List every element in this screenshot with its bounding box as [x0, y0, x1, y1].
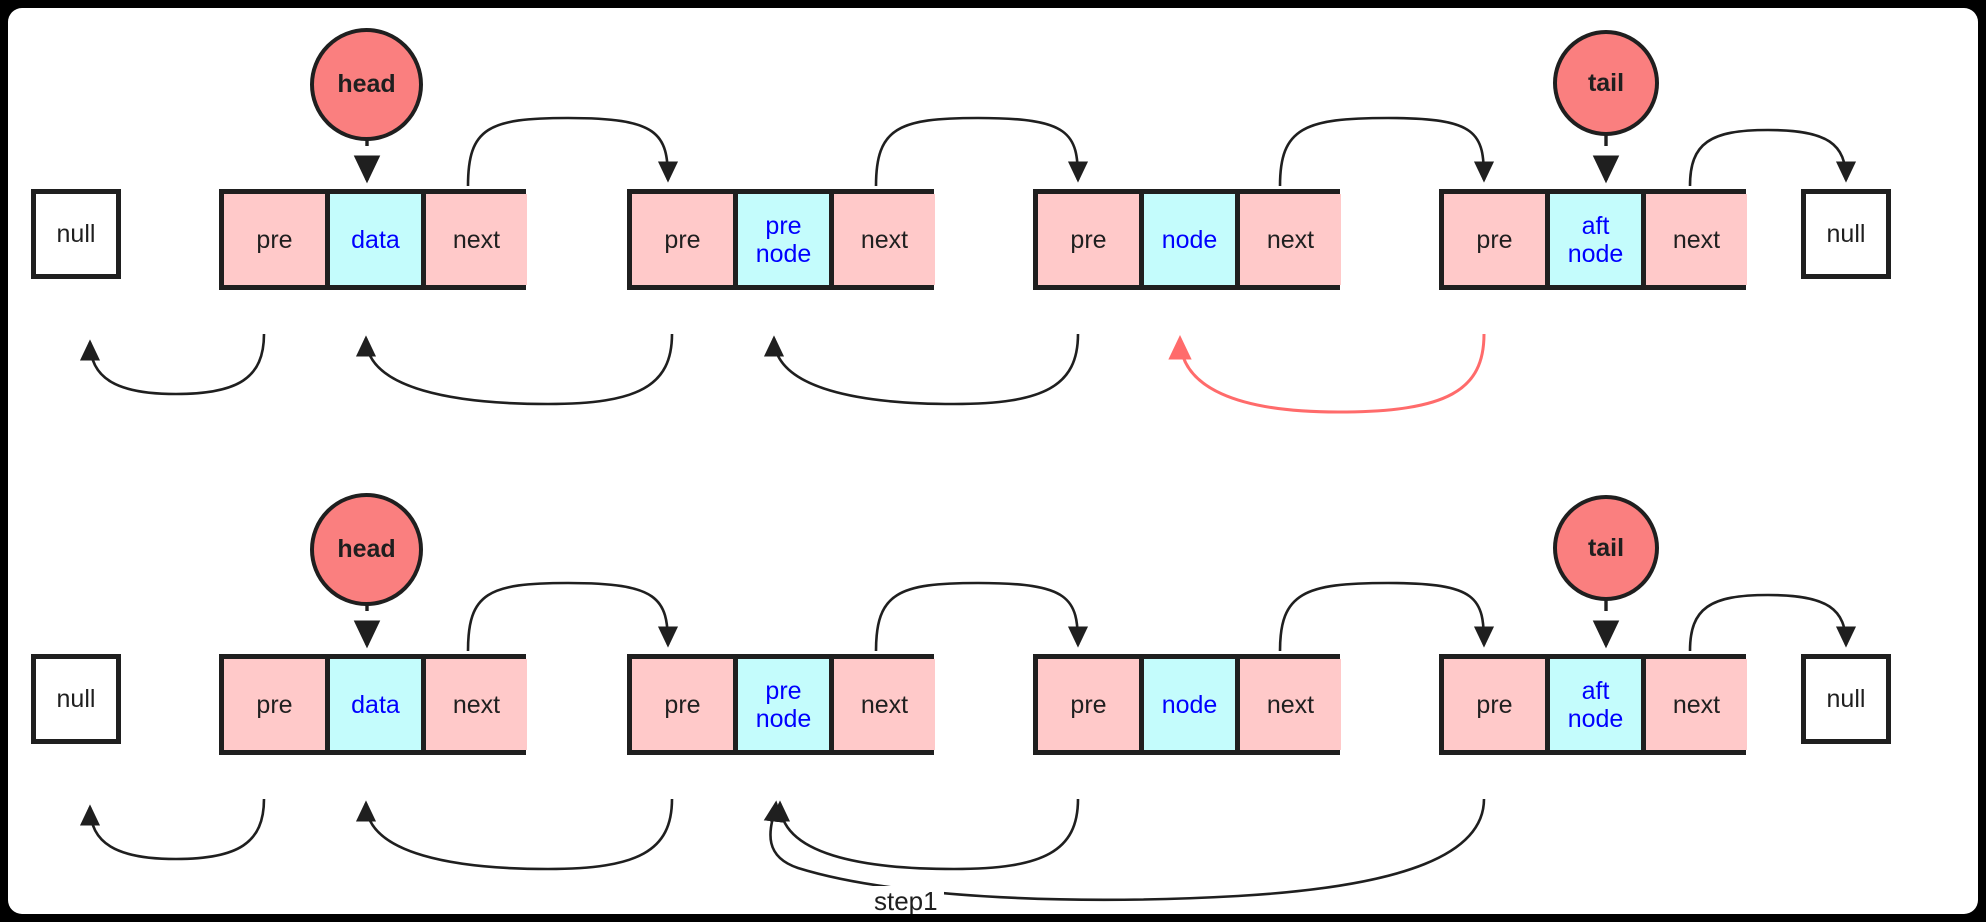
head-pointer-top: head [310, 28, 423, 141]
node-next-cell: next [426, 659, 527, 750]
node-pre-cell: pre [1038, 659, 1139, 750]
data-line-2: node [1567, 704, 1624, 733]
node-data-cell: node [1139, 194, 1240, 285]
head-pointer-bottom: head [310, 493, 423, 606]
data-line-1: aft [1581, 211, 1610, 240]
node-data-cell: aft node [1545, 194, 1646, 285]
node-next-cell: next [1240, 659, 1341, 750]
node-data-top: pre data next [219, 189, 527, 290]
node-data-cell: data [325, 659, 426, 750]
node-data-cell: aft node [1545, 659, 1646, 750]
data-line-2: node [1567, 239, 1624, 268]
node-next-cell: next [1240, 194, 1341, 285]
head-label: head [337, 535, 396, 563]
node-prenode-top: pre pre node next [627, 189, 935, 290]
head-label: head [337, 70, 396, 98]
node-pre-cell: pre [224, 659, 325, 750]
data-line-1: aft [1581, 676, 1610, 705]
diagram-canvas: null pre data next pre pre node next pre … [8, 8, 1978, 914]
null-label: null [56, 684, 96, 713]
node-next-cell: next [1646, 659, 1747, 750]
node-pre-cell: pre [632, 659, 733, 750]
null-box-left-bottom: null [31, 654, 121, 744]
node-pre-cell: pre [1444, 659, 1545, 750]
node-aftnode-bottom: pre aft node next [1439, 654, 1747, 755]
node-new-bottom: pre node next [1033, 654, 1341, 755]
node-prenode-bottom: pre pre node next [627, 654, 935, 755]
node-data-cell: pre node [733, 194, 834, 285]
null-label: null [1826, 219, 1866, 248]
node-next-cell: next [834, 659, 935, 750]
data-line-1: pre [765, 676, 802, 705]
node-next-cell: next [834, 194, 935, 285]
node-pre-cell: pre [632, 194, 733, 285]
data-line-1: pre [765, 211, 802, 240]
tail-pointer-top: tail [1553, 30, 1659, 136]
null-label: null [56, 219, 96, 248]
connector-layer [79, 116, 1857, 902]
node-pre-cell: pre [224, 194, 325, 285]
tail-label: tail [1587, 533, 1625, 562]
null-box-right-top: null [1801, 189, 1891, 279]
node-data-cell: node [1139, 659, 1240, 750]
node-data-bottom: pre data next [219, 654, 527, 755]
node-next-cell: next [1646, 194, 1747, 285]
node-new-top: pre node next [1033, 189, 1341, 290]
node-aftnode-top: pre aft node next [1439, 189, 1747, 290]
step1-annotation-label: step1 [868, 886, 944, 914]
node-next-cell: next [426, 194, 527, 285]
null-box-right-bottom: null [1801, 654, 1891, 744]
node-data-cell: pre node [733, 659, 834, 750]
node-pre-cell: pre [1444, 194, 1545, 285]
node-pre-cell: pre [1038, 194, 1139, 285]
null-label: null [1826, 684, 1866, 713]
node-data-cell: data [325, 194, 426, 285]
data-line-2: node [755, 704, 812, 733]
data-line-2: node [755, 239, 812, 268]
tail-label: tail [1587, 68, 1625, 97]
tail-pointer-bottom: tail [1553, 495, 1659, 601]
null-box-left-top: null [31, 189, 121, 279]
